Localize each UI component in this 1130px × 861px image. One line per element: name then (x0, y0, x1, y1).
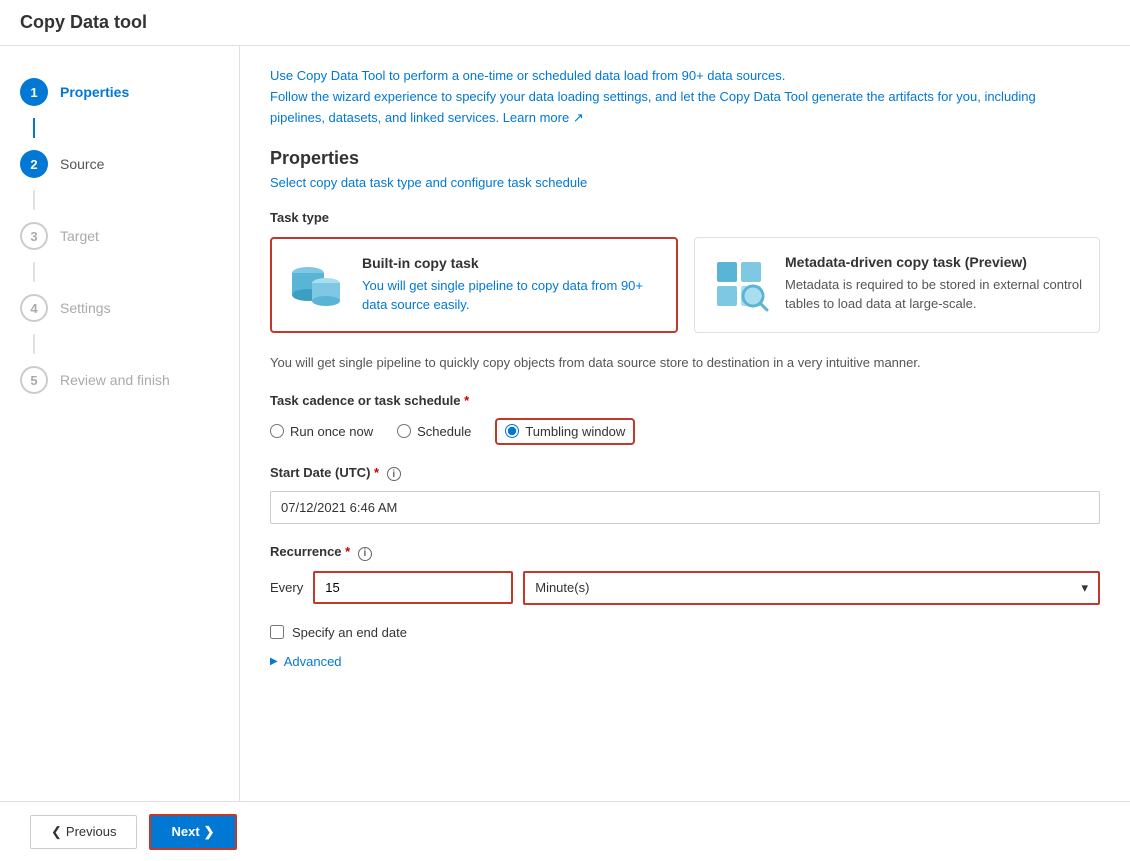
step-3-label: Target (60, 228, 99, 244)
footer: ❮ Previous Next ❯ (0, 801, 1130, 861)
step-5[interactable]: 5 Review and finish (0, 354, 239, 406)
radio-run-once[interactable]: Run once now (270, 424, 373, 439)
recurrence-unit-dropdown[interactable]: Minute(s) ▾ (523, 571, 1100, 605)
step-2-circle: 2 (20, 150, 48, 178)
step-4-label: Settings (60, 300, 111, 316)
task-cards: Built-in copy task You will get single p… (270, 237, 1100, 333)
required-indicator: * (464, 393, 469, 408)
recurrence-unit-value: Minute(s) (535, 580, 589, 595)
step-3-circle: 3 (20, 222, 48, 250)
pipeline-note: You will get single pipeline to quickly … (270, 353, 1100, 373)
radio-group: Run once now Schedule Tumbling window (270, 418, 1100, 445)
advanced-label: Advanced (284, 654, 342, 669)
start-date-input[interactable] (270, 491, 1100, 524)
specify-end-date-checkbox[interactable] (270, 625, 284, 639)
task-card-metadata[interactable]: Metadata-driven copy task (Preview) Meta… (694, 237, 1100, 333)
radio-tumbling-label: Tumbling window (525, 424, 625, 439)
step-3[interactable]: 3 Target (0, 210, 239, 262)
task-cadence-label: Task cadence or task schedule * (270, 393, 1100, 408)
built-in-icon (288, 255, 348, 315)
task-card-built-in[interactable]: Built-in copy task You will get single p… (270, 237, 678, 333)
every-label: Every (270, 580, 303, 595)
metadata-title: Metadata-driven copy task (Preview) (785, 254, 1083, 270)
step-1[interactable]: 1 Properties (0, 66, 239, 118)
specify-end-date-row: Specify an end date (270, 625, 1100, 640)
radio-run-once-input[interactable] (270, 424, 284, 438)
step-1-label: Properties (60, 84, 129, 100)
section-title: Properties (270, 148, 1100, 169)
next-button[interactable]: Next ❯ (149, 814, 236, 850)
step-4-circle: 4 (20, 294, 48, 322)
metadata-icon (711, 254, 771, 314)
connector-4-5 (33, 334, 35, 354)
radio-tumbling-input[interactable] (505, 424, 519, 438)
connector-1-2 (33, 118, 35, 138)
radio-run-once-label: Run once now (290, 424, 373, 439)
metadata-description: Metadata is required to be stored in ext… (785, 276, 1083, 312)
start-date-info-icon[interactable]: i (387, 467, 401, 481)
radio-schedule[interactable]: Schedule (397, 424, 471, 439)
task-type-label: Task type (270, 210, 1100, 225)
chevron-left-icon: ❮ (51, 824, 62, 840)
recurrence-number-input[interactable] (313, 571, 513, 604)
start-date-label: Start Date (UTC) * i (270, 465, 1100, 482)
step-4[interactable]: 4 Settings (0, 282, 239, 334)
radio-schedule-input[interactable] (397, 424, 411, 438)
built-in-card-content: Built-in copy task You will get single p… (362, 255, 660, 313)
radio-schedule-label: Schedule (417, 424, 471, 439)
advanced-row[interactable]: ▶ Advanced (270, 654, 1100, 669)
recurrence-row: Every Minute(s) ▾ (270, 571, 1100, 605)
step-2[interactable]: 2 Source (0, 138, 239, 190)
next-label: Next (171, 824, 199, 839)
connector-2-3 (33, 190, 35, 210)
metadata-card-content: Metadata-driven copy task (Preview) Meta… (785, 254, 1083, 312)
step-5-circle: 5 (20, 366, 48, 394)
built-in-description: You will get single pipeline to copy dat… (362, 277, 660, 313)
connector-3-4 (33, 262, 35, 282)
step-5-label: Review and finish (60, 372, 170, 388)
radio-tumbling-window[interactable]: Tumbling window (495, 418, 635, 445)
section-subtitle: Select copy data task type and configure… (270, 175, 1100, 190)
sidebar: 1 Properties 2 Source 3 Target 4 Setting… (0, 46, 240, 857)
external-link-icon: ↗ (573, 110, 584, 125)
step-1-circle: 1 (20, 78, 48, 106)
content-area: Use Copy Data Tool to perform a one-time… (240, 46, 1130, 857)
previous-button[interactable]: ❮ Previous (30, 815, 137, 849)
built-in-title: Built-in copy task (362, 255, 660, 271)
recurrence-info-icon[interactable]: i (358, 547, 372, 561)
recurrence-label: Recurrence * i (270, 544, 1100, 561)
chevron-right-icon: ❯ (204, 824, 215, 840)
learn-more-link[interactable]: Learn more ↗ (503, 110, 584, 125)
app-title: Copy Data tool (20, 12, 147, 32)
intro-text: Use Copy Data Tool to perform a one-time… (270, 66, 1100, 128)
chevron-right-icon: ▶ (270, 656, 278, 667)
previous-label: Previous (66, 824, 117, 839)
chevron-down-icon: ▾ (1081, 580, 1088, 596)
title-bar: Copy Data tool (0, 0, 1130, 46)
specify-end-date-label[interactable]: Specify an end date (292, 625, 407, 640)
step-2-label: Source (60, 156, 104, 172)
